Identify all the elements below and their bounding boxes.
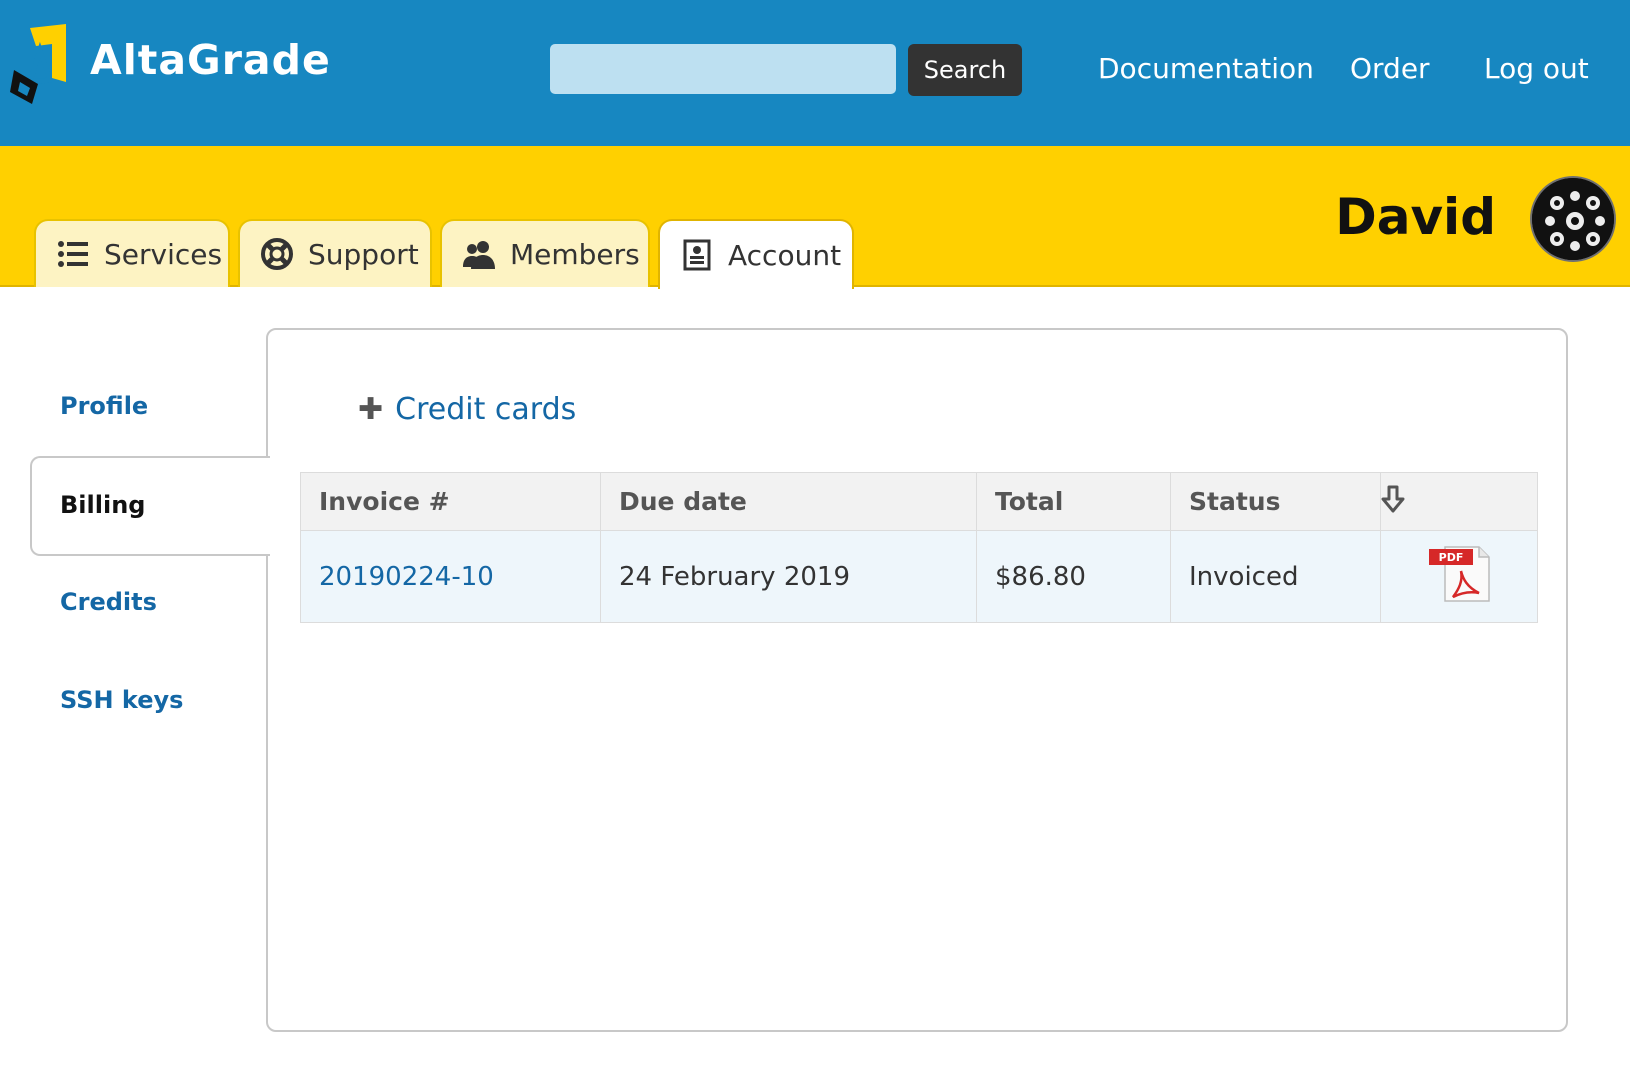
pdf-file-icon[interactable]: PDF	[1427, 543, 1491, 603]
list-icon	[56, 237, 90, 271]
credit-cards-link[interactable]: ✚ Credit cards	[358, 392, 576, 427]
tab-account[interactable]: Account	[658, 219, 854, 289]
user-name[interactable]: David	[1335, 188, 1496, 246]
altagrade-logo-icon[interactable]	[8, 20, 72, 106]
search-button[interactable]: Search	[908, 44, 1022, 96]
members-icon	[462, 237, 496, 271]
column-header-due-date[interactable]: Due date	[600, 472, 977, 531]
lifebuoy-icon	[260, 237, 294, 271]
search-input[interactable]	[550, 44, 896, 94]
account-icon	[680, 238, 714, 272]
invoice-number-link[interactable]: 20190224-10	[319, 562, 494, 592]
tab-label: Support	[308, 237, 419, 271]
tab-services[interactable]: Services	[34, 219, 230, 287]
nav-documentation-link[interactable]: Documentation	[1098, 52, 1314, 85]
tab-members[interactable]: Members	[440, 219, 650, 287]
column-header-status[interactable]: Status	[1170, 472, 1381, 531]
plus-icon: ✚	[358, 392, 384, 427]
credit-cards-label: Credit cards	[395, 392, 577, 427]
avatar-pattern-icon	[1532, 178, 1614, 260]
tab-label: Members	[510, 237, 640, 271]
billing-panel: ✚ Credit cards Invoice # Due date Total …	[266, 328, 1568, 1032]
due-date-cell: 24 February 2019	[600, 530, 977, 623]
column-header-download	[1380, 472, 1538, 531]
download-arrow-icon	[1381, 485, 1405, 512]
tab-label: Services	[104, 237, 223, 271]
nav-logout-link[interactable]: Log out	[1484, 52, 1589, 85]
column-header-invoice[interactable]: Invoice #	[300, 472, 601, 531]
total-cell: $86.80	[976, 530, 1171, 623]
column-header-total[interactable]: Total	[976, 472, 1171, 531]
sidebar-item-profile[interactable]: Profile	[60, 392, 148, 420]
table-row: 20190224-10 24 February 2019 $86.80 Invo…	[300, 530, 1538, 623]
sidebar-item-credits[interactable]: Credits	[60, 588, 157, 616]
pdf-badge-label: PDF	[1439, 551, 1464, 564]
table-header-row: Invoice # Due date Total Status	[300, 472, 1538, 531]
pdf-download-cell: PDF	[1380, 530, 1538, 623]
tab-label: Account	[728, 238, 842, 272]
sidebar-item-billing[interactable]: Billing	[30, 456, 270, 556]
avatar[interactable]	[1530, 176, 1616, 262]
tab-support[interactable]: Support	[238, 219, 432, 287]
sidebar-item-ssh-keys[interactable]: SSH keys	[60, 686, 183, 714]
invoices-table: Invoice # Due date Total Status 20190224…	[300, 472, 1538, 623]
top-header: AltaGrade Search Documentation Order Log…	[0, 0, 1630, 146]
brand-name[interactable]: AltaGrade	[90, 36, 331, 84]
nav-order-link[interactable]: Order	[1350, 52, 1430, 85]
tab-bar: Services Support Members Account David	[0, 146, 1630, 289]
sidebar-item-label: Billing	[60, 491, 146, 519]
status-cell: Invoiced	[1170, 530, 1381, 623]
